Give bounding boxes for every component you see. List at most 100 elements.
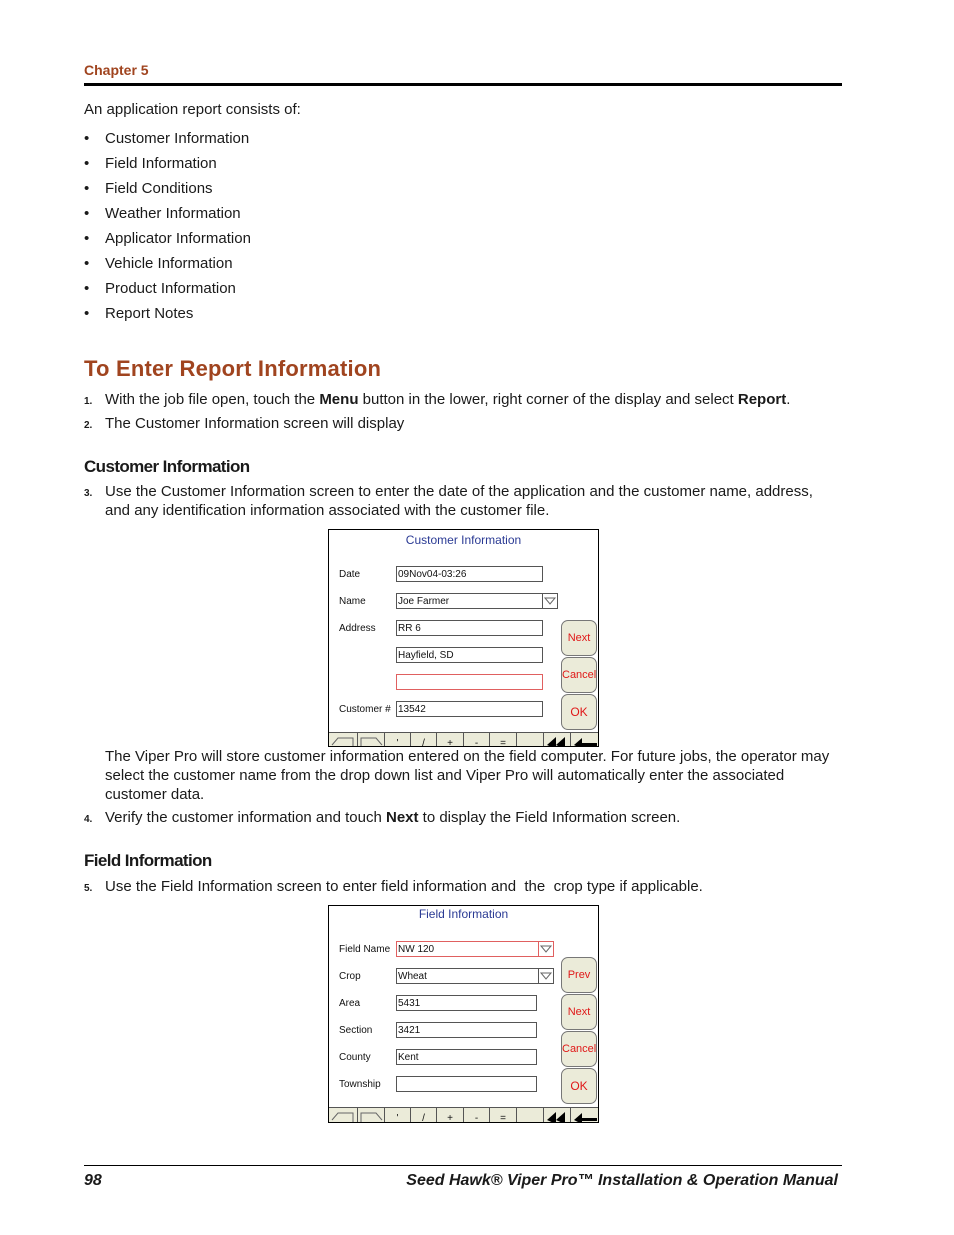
step-text: With the job file open, touch the Menu b… bbox=[105, 390, 844, 409]
list-item: • Vehicle Information bbox=[84, 254, 251, 279]
keyboard-row: ' / + - = bbox=[329, 1107, 598, 1122]
field-information-screen: Field Information Field Name NW 120 Crop… bbox=[328, 905, 599, 1123]
step-number: 1. bbox=[84, 396, 93, 407]
key-plus[interactable]: + bbox=[437, 1108, 464, 1122]
cancel-button[interactable]: Cancel bbox=[561, 1031, 597, 1067]
key-apostrophe[interactable]: ' bbox=[385, 733, 411, 746]
list-item-text: Report Notes bbox=[105, 305, 194, 322]
step-1: 1. With the job file open, touch the Men… bbox=[84, 390, 844, 409]
step-2: 2. The Customer Information screen will … bbox=[84, 414, 844, 433]
key-left-arrow[interactable] bbox=[329, 1108, 358, 1122]
bullet-icon: • bbox=[84, 255, 90, 272]
header-rule bbox=[84, 83, 842, 86]
key-right-arrow[interactable] bbox=[358, 733, 385, 746]
step-number: 2. bbox=[84, 420, 93, 431]
field-name-dropdown-button[interactable] bbox=[538, 941, 554, 957]
step-number: 4. bbox=[84, 814, 93, 825]
county-field[interactable]: Kent bbox=[396, 1049, 537, 1065]
prev-button[interactable]: Prev bbox=[561, 957, 597, 993]
bullet-icon: • bbox=[84, 230, 90, 247]
key-slash[interactable]: / bbox=[411, 733, 437, 746]
key-clear-all[interactable] bbox=[544, 1108, 571, 1122]
area-field[interactable]: 5431 bbox=[396, 995, 537, 1011]
step-number: 5. bbox=[84, 883, 93, 894]
ok-button[interactable]: OK bbox=[561, 694, 597, 730]
list-item-text: Vehicle Information bbox=[105, 255, 233, 272]
township-field[interactable] bbox=[396, 1076, 537, 1092]
chevron-down-icon bbox=[539, 972, 553, 980]
crop-field[interactable]: Wheat bbox=[396, 968, 539, 984]
next-term: Next bbox=[385, 809, 419, 826]
key-plus[interactable]: + bbox=[437, 733, 464, 746]
list-item-text: Customer Information bbox=[105, 130, 250, 147]
section-field[interactable]: 3421 bbox=[396, 1022, 537, 1038]
right-arrow-icon bbox=[360, 1112, 383, 1122]
step-text: Verify the customer information and touc… bbox=[105, 808, 844, 827]
key-right-arrow[interactable] bbox=[358, 1108, 385, 1122]
address-line-3-field[interactable] bbox=[396, 674, 543, 690]
subheading-customer-information: Customer Information bbox=[84, 457, 250, 476]
next-button[interactable]: Next bbox=[561, 994, 597, 1030]
step-text-part: to display the Field Information screen. bbox=[418, 809, 681, 826]
right-arrow-icon bbox=[360, 737, 383, 746]
step-text: The Customer Information screen will dis… bbox=[105, 415, 405, 432]
list-item: • Field Information bbox=[84, 154, 251, 179]
key-blank[interactable] bbox=[517, 1108, 544, 1122]
section-label: Section bbox=[339, 1025, 373, 1036]
key-left-arrow[interactable] bbox=[329, 733, 358, 746]
footer-rule bbox=[84, 1165, 842, 1166]
list-item-text: Applicator Information bbox=[105, 230, 251, 247]
date-field[interactable]: 09Nov04-03:26 bbox=[396, 566, 543, 582]
key-backspace[interactable] bbox=[571, 733, 598, 746]
keyboard-row: ' / + - = bbox=[329, 732, 598, 746]
step-text-part: With the job file open, touch the bbox=[105, 391, 320, 408]
list-item-text: Weather Information bbox=[105, 205, 241, 222]
left-arrow-icon bbox=[331, 737, 354, 746]
ok-button[interactable]: OK bbox=[561, 1068, 597, 1104]
customer-storage-note: The Viper Pro will store customer inform… bbox=[105, 748, 830, 803]
step-text: Use the Field Information screen to ente… bbox=[105, 878, 703, 895]
name-label: Name bbox=[339, 596, 366, 607]
key-blank[interactable] bbox=[517, 733, 544, 746]
key-equals[interactable]: = bbox=[490, 1108, 517, 1122]
crop-label: Crop bbox=[339, 971, 361, 982]
chapter-label: Chapter 5 bbox=[84, 62, 149, 78]
area-label: Area bbox=[339, 998, 361, 1009]
double-back-icon bbox=[547, 737, 565, 746]
field-name-field[interactable]: NW 120 bbox=[396, 941, 539, 957]
section-title: To Enter Report Information bbox=[84, 356, 382, 381]
customer-number-field[interactable]: 13542 bbox=[396, 701, 543, 717]
page-number: 98 bbox=[84, 1172, 102, 1189]
address-line-1-field[interactable]: RR 6 bbox=[396, 620, 543, 636]
key-minus[interactable]: - bbox=[464, 1108, 490, 1122]
customer-number-label: Customer # bbox=[339, 704, 391, 715]
name-dropdown-button[interactable] bbox=[542, 593, 558, 609]
list-item: • Report Notes bbox=[84, 304, 251, 329]
next-button[interactable]: Next bbox=[561, 620, 597, 656]
key-backspace[interactable] bbox=[571, 1108, 598, 1122]
key-minus[interactable]: - bbox=[464, 733, 490, 746]
name-field[interactable]: Joe Farmer bbox=[396, 593, 543, 609]
bullet-icon: • bbox=[84, 280, 90, 297]
crop-dropdown-button[interactable] bbox=[538, 968, 554, 984]
step-3: 3. Use the Customer Information screen t… bbox=[84, 482, 842, 520]
screen-title: Field Information bbox=[418, 907, 509, 921]
key-clear-all[interactable] bbox=[544, 733, 571, 746]
key-apostrophe[interactable]: ' bbox=[385, 1108, 411, 1122]
cancel-button[interactable]: Cancel bbox=[561, 657, 597, 693]
key-equals[interactable]: = bbox=[490, 733, 517, 746]
bullet-icon: • bbox=[84, 205, 90, 222]
menu-term: Menu bbox=[319, 391, 359, 408]
screen-title: Customer Information bbox=[405, 533, 522, 547]
intro-text: An application report consists of: bbox=[84, 101, 301, 118]
key-slash[interactable]: / bbox=[411, 1108, 437, 1122]
backspace-arrow-icon bbox=[573, 1113, 597, 1122]
step-4: 4. Verify the customer information and t… bbox=[84, 808, 844, 827]
chevron-down-icon bbox=[539, 945, 553, 953]
address-line-2-field[interactable]: Hayfield, SD bbox=[396, 647, 543, 663]
list-item: • Applicator Information bbox=[84, 229, 251, 254]
list-item-text: Product Information bbox=[105, 280, 236, 297]
list-item-text: Field Information bbox=[105, 155, 217, 172]
bullet-icon: • bbox=[84, 155, 90, 172]
left-arrow-icon bbox=[331, 1112, 354, 1122]
